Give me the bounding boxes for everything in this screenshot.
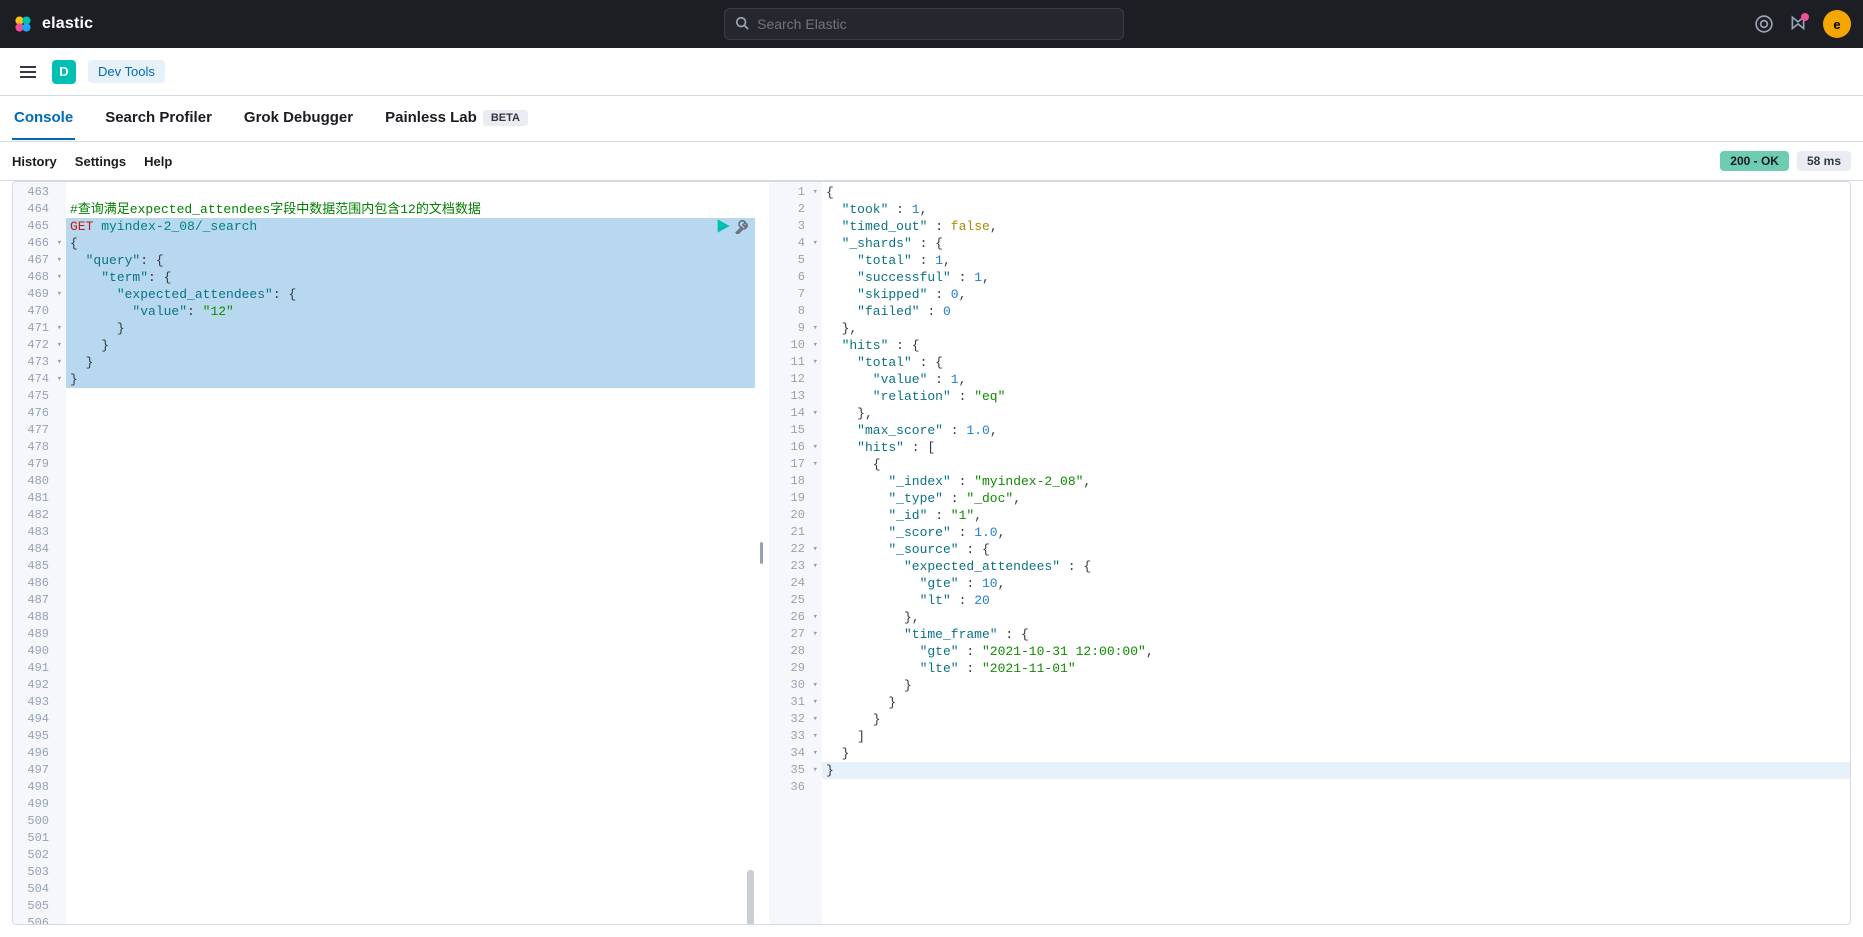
top-header: elastic e: [0, 0, 1863, 48]
brand-logo[interactable]: elastic: [12, 13, 93, 35]
send-request-button[interactable]: [715, 218, 731, 234]
beta-badge: BETA: [483, 110, 528, 126]
pane-resizer[interactable]: [755, 181, 769, 925]
user-avatar[interactable]: e: [1823, 10, 1851, 38]
sub-header: D Dev Tools: [0, 48, 1863, 96]
response-gutter: 1234567891011121314151617181920212223242…: [769, 182, 822, 924]
newsfeed-icon[interactable]: [1789, 15, 1807, 33]
tab-console[interactable]: Console: [12, 97, 75, 140]
help-link[interactable]: Help: [144, 154, 172, 169]
response-pane[interactable]: 1234567891011121314151617181920212223242…: [769, 181, 1851, 925]
request-options-button[interactable]: [735, 218, 751, 234]
settings-link[interactable]: Settings: [75, 154, 126, 169]
request-editor[interactable]: #查询满足expected_attendees字段中数据范围内包含12的文档数据…: [66, 182, 755, 924]
app-badge[interactable]: D: [52, 60, 76, 84]
editor-container: 4634644654664674684694704714724734744754…: [0, 180, 1863, 937]
response-viewer[interactable]: { "took" : 1, "timed_out" : false, "_sha…: [822, 182, 1850, 924]
global-search-input[interactable]: [757, 16, 1113, 32]
global-search[interactable]: [724, 8, 1124, 40]
tab-grok-debugger[interactable]: Grok Debugger: [242, 97, 355, 140]
search-icon: [735, 16, 749, 33]
devtools-tabs: Console Search Profiler Grok Debugger Pa…: [0, 96, 1863, 142]
tab-search-profiler[interactable]: Search Profiler: [103, 97, 214, 140]
breadcrumb[interactable]: Dev Tools: [88, 60, 165, 83]
elastic-logo-icon: [12, 13, 34, 35]
nav-toggle-button[interactable]: [16, 60, 40, 84]
response-status-badge: 200 - OK: [1720, 151, 1789, 171]
tab-painless-lab-label: Painless Lab: [385, 109, 477, 126]
brand-text: elastic: [42, 15, 93, 33]
request-scrollbar[interactable]: [747, 870, 754, 925]
response-time-badge: 58 ms: [1797, 151, 1851, 171]
request-pane[interactable]: 4634644654664674684694704714724734744754…: [12, 181, 755, 925]
notification-dot: [1801, 13, 1809, 21]
console-toolbar: History Settings Help 200 - OK 58 ms: [0, 142, 1863, 180]
help-icon[interactable]: [1755, 15, 1773, 33]
request-gutter: 4634644654664674684694704714724734744754…: [13, 182, 66, 924]
tab-painless-lab[interactable]: Painless Lab BETA: [383, 97, 530, 140]
history-link[interactable]: History: [12, 154, 57, 169]
